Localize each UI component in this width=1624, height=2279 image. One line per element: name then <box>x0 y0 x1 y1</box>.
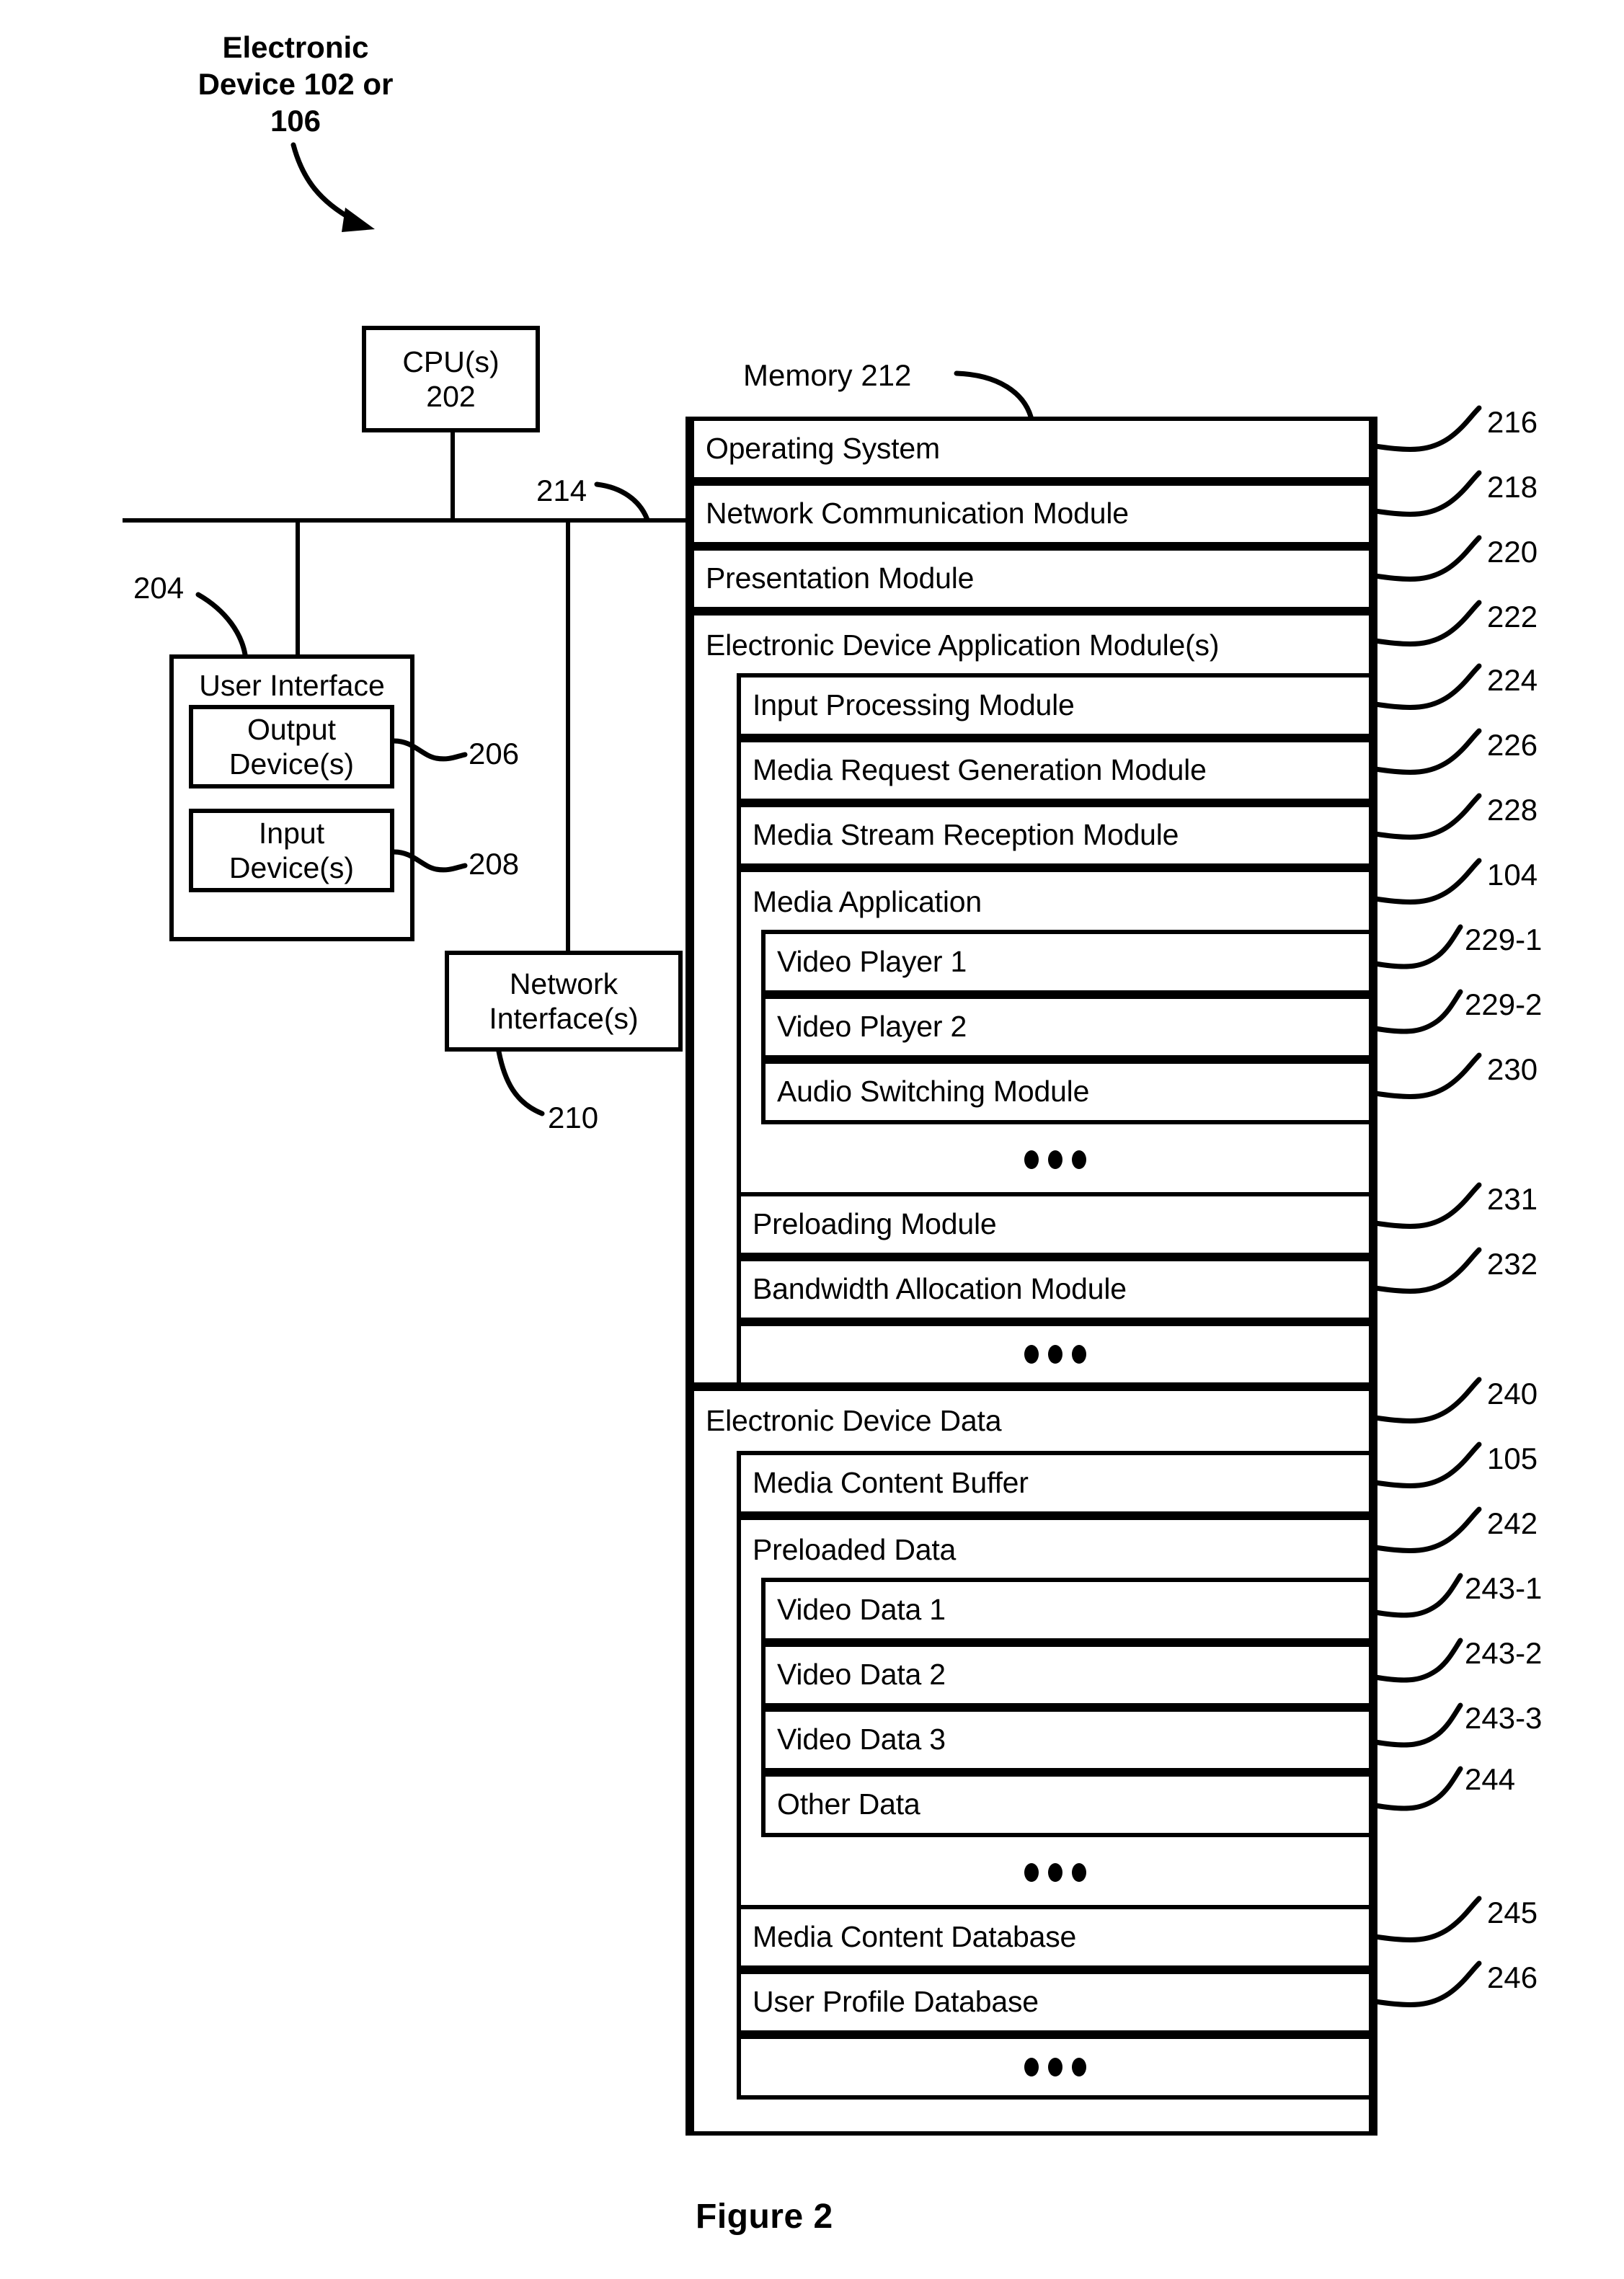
memory-row-presentation-module: Presentation Module <box>690 546 1373 611</box>
user-interface-label: User Interface <box>199 669 385 702</box>
ref-number-246: 246 <box>1487 1960 1538 1994</box>
memory-row-label: Media Request Generation Module <box>753 753 1207 787</box>
memory-row-label: Audio Switching Module <box>777 1075 1090 1109</box>
memory-row-input-processing-module: Input Processing Module <box>737 673 1373 738</box>
ellipsis-icon <box>741 1863 1369 1882</box>
ref-number-243-2: 243-2 <box>1465 1636 1543 1670</box>
memory-row-video-player-1: Video Player 1 <box>761 930 1373 995</box>
memory-row-ellipsis-device-data <box>737 2035 1373 2100</box>
memory-row-operating-system: Operating System <box>690 417 1373 481</box>
ref-number-231: 231 <box>1487 1182 1538 1216</box>
memory-row-user-profile-database: User Profile Database <box>737 1970 1373 2035</box>
memory-row-video-data-3: Video Data 3 <box>761 1707 1373 1772</box>
ref-number-222: 222 <box>1487 600 1538 634</box>
ref-number-240: 240 <box>1487 1377 1538 1411</box>
memory-row-media-request-generation-module: Media Request Generation Module <box>737 738 1373 803</box>
ref-number-214: 214 <box>536 474 587 507</box>
memory-row-label: Media Content Database <box>753 1920 1077 1954</box>
ref-number-105: 105 <box>1487 1441 1538 1475</box>
input-devices-box: Input Device(s) <box>189 809 394 892</box>
patent-figure-2: Electronic Device 102 or 106 CPU(s) 202 … <box>0 0 1624 2279</box>
memory-row-label: Media Stream Reception Module <box>753 818 1179 852</box>
memory-row-other-data: Other Data <box>761 1772 1373 1837</box>
memory-row-label: Media Content Buffer <box>753 1466 1029 1500</box>
ref-number-229-2: 229-2 <box>1465 987 1543 1021</box>
ref-number-243-3: 243-3 <box>1465 1701 1543 1735</box>
memory-row-label: Network Communication Module <box>706 497 1129 530</box>
output-devices-box: Output Device(s) <box>189 705 394 788</box>
memory-row-bandwidth-allocation-module: Bandwidth Allocation Module <box>737 1257 1373 1322</box>
bus-branch-user-interface <box>296 518 300 655</box>
ellipsis-icon <box>741 1345 1369 1364</box>
bus-branch-cpu <box>451 432 455 520</box>
memory-row-ellipsis-media-application <box>737 1127 1373 1192</box>
output-devices-label: Output Device(s) <box>228 712 355 781</box>
ref-number-104: 104 <box>1487 858 1538 892</box>
memory-row-label: Video Player 2 <box>777 1010 967 1044</box>
memory-row-label: Video Data 3 <box>777 1723 946 1756</box>
figure-title: Electronic Device 102 or 106 <box>198 30 394 138</box>
memory-row-label: Input Processing Module <box>753 688 1075 722</box>
ref-number-208: 208 <box>469 847 520 881</box>
memory-row-ellipsis-preloaded-data <box>737 1840 1373 1905</box>
ref-number-242: 242 <box>1487 1506 1538 1540</box>
memory-row-label: Media Application <box>753 885 982 918</box>
ref-number-245: 245 <box>1487 1896 1538 1929</box>
memory-row-label: Preloading Module <box>753 1207 997 1241</box>
memory-row-label: Bandwidth Allocation Module <box>753 1272 1127 1306</box>
ref-number-243-1: 243-1 <box>1465 1571 1543 1605</box>
ellipsis-icon <box>741 2058 1369 2076</box>
ref-number-230: 230 <box>1487 1052 1538 1086</box>
memory-label: Memory 212 <box>743 358 912 392</box>
memory-row-video-data-2: Video Data 2 <box>761 1643 1373 1707</box>
ref-number-206: 206 <box>469 737 520 770</box>
ref-number-220: 220 <box>1487 535 1538 569</box>
memory-row-network-communication-module: Network Communication Module <box>690 481 1373 546</box>
network-interface-label: Network Interface(s) <box>489 967 639 1035</box>
memory-row-label: Electronic Device Application Module(s) <box>706 628 1220 662</box>
user-interface-box: User Interface <box>169 654 414 941</box>
memory-row-label: Video Data 2 <box>777 1658 946 1692</box>
ellipsis-icon <box>741 1150 1369 1169</box>
ref-number-210: 210 <box>548 1101 599 1134</box>
memory-row-media-content-buffer: Media Content Buffer <box>737 1451 1373 1516</box>
memory-row-label: Operating System <box>706 432 940 466</box>
ref-number-204: 204 <box>133 571 185 605</box>
title-arrowhead <box>342 208 375 232</box>
memory-row-label: Other Data <box>777 1787 920 1821</box>
bus-branch-network-interface <box>566 518 570 951</box>
memory-row-media-content-database: Media Content Database <box>737 1905 1373 1970</box>
ref-number-216: 216 <box>1487 405 1538 439</box>
ref-number-244: 244 <box>1465 1762 1516 1796</box>
network-interface-box: Network Interface(s) <box>445 951 683 1052</box>
memory-row-label: Preloaded Data <box>753 1533 957 1566</box>
ref-number-218: 218 <box>1487 470 1538 504</box>
memory-row-audio-switching-module: Audio Switching Module <box>761 1059 1373 1124</box>
memory-row-label: User Profile Database <box>753 1985 1039 2019</box>
ref-number-229-1: 229-1 <box>1465 923 1543 956</box>
memory-row-label: Video Player 1 <box>777 945 967 979</box>
memory-row-label: Video Data 1 <box>777 1593 946 1627</box>
memory-row-label: Presentation Module <box>706 561 975 595</box>
ref-number-224: 224 <box>1487 663 1538 697</box>
ref-number-226: 226 <box>1487 728 1538 762</box>
memory-row-video-data-1: Video Data 1 <box>761 1578 1373 1643</box>
cpu-box: CPU(s) 202 <box>362 326 540 432</box>
bus-line-horizontal <box>123 518 692 523</box>
input-devices-label: Input Device(s) <box>228 816 355 884</box>
ref-number-228: 228 <box>1487 793 1538 827</box>
ref-number-232: 232 <box>1487 1247 1538 1281</box>
figure-caption: Figure 2 <box>696 2198 833 2236</box>
memory-row-video-player-2: Video Player 2 <box>761 995 1373 1059</box>
cpu-label: CPU(s) 202 <box>402 345 500 413</box>
memory-row-ellipsis-app-modules <box>737 1322 1373 1387</box>
memory-row-preloading-module: Preloading Module <box>737 1192 1373 1257</box>
memory-row-media-stream-reception-module: Media Stream Reception Module <box>737 803 1373 868</box>
memory-row-label: Electronic Device Data <box>706 1404 1002 1437</box>
